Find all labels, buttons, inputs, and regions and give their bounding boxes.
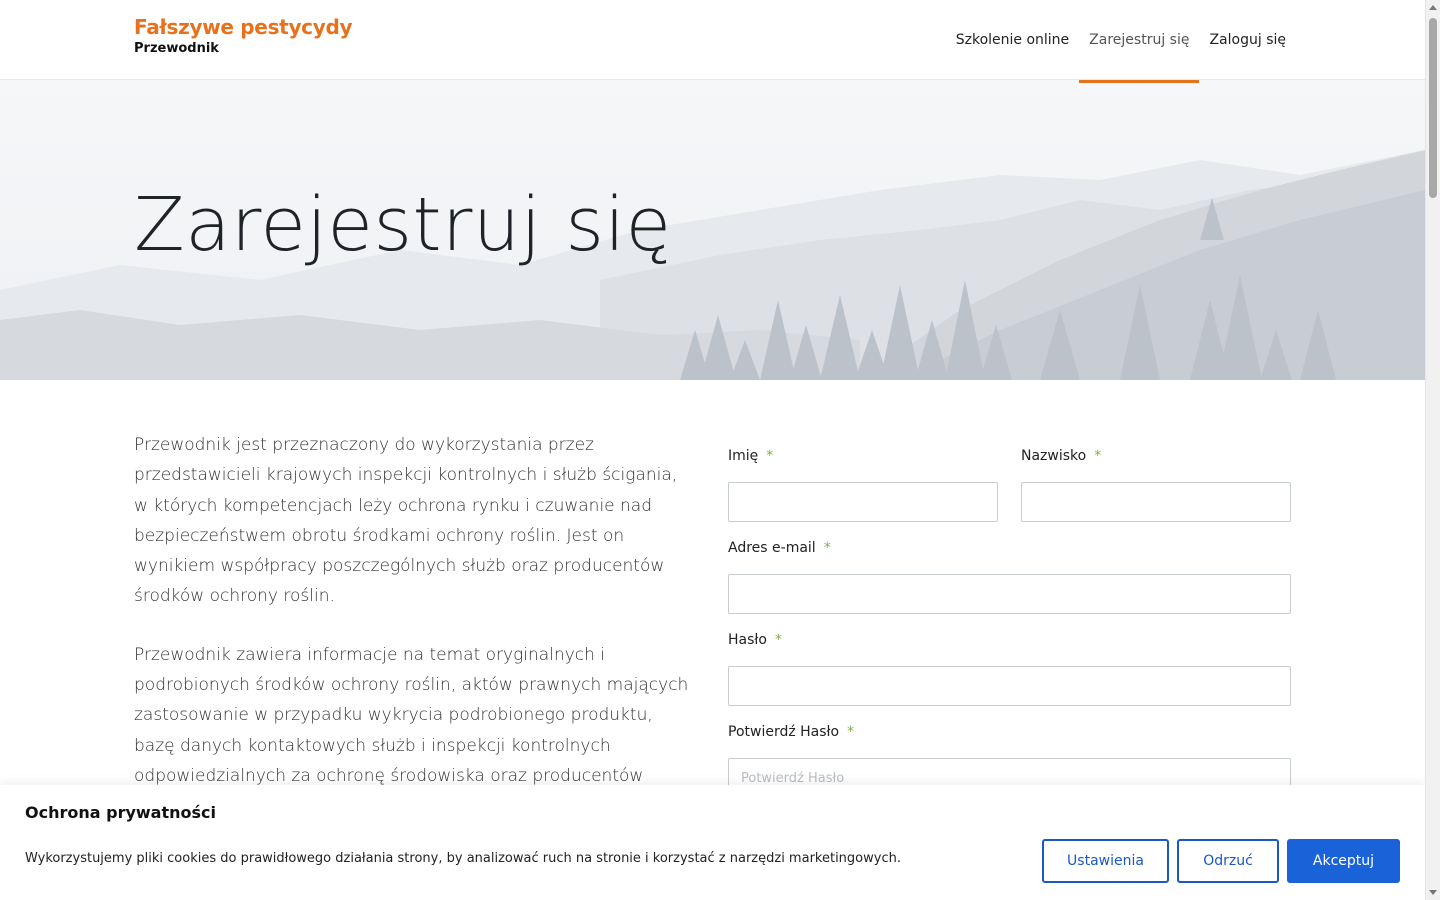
- last-name-label: Nazwisko *: [1021, 448, 1101, 464]
- email-label: Adres e-mail *: [728, 540, 831, 556]
- nav-item-szkolenie-online[interactable]: Szkolenie online: [946, 0, 1079, 80]
- main-nav: Szkolenie online Zarejestruj się Zaloguj…: [946, 0, 1296, 83]
- password-label: Hasło *: [728, 632, 782, 648]
- first-name-label-text: Imię: [728, 448, 759, 464]
- brand-title[interactable]: Fałszywe pestycydy: [134, 14, 353, 40]
- required-marker: *: [774, 632, 782, 648]
- nav-item-zaloguj-sie[interactable]: Zaloguj się: [1199, 0, 1296, 80]
- required-marker: *: [766, 448, 774, 464]
- site-header: Fałszywe pestycydy Przewodnik Szkolenie …: [0, 0, 1425, 83]
- confirm-password-label: Potwierdź Hasło *: [728, 724, 854, 740]
- page-scrollbar[interactable]: [1425, 0, 1440, 900]
- password-label-text: Hasło: [728, 632, 767, 648]
- intro-text: Przewodnik jest przeznaczony do wykorzys…: [134, 430, 694, 819]
- scroll-thumb[interactable]: [1429, 18, 1437, 198]
- required-marker: *: [823, 540, 831, 556]
- cookie-reject-button[interactable]: Odrzuć: [1177, 839, 1279, 883]
- first-name-input[interactable]: [728, 482, 998, 522]
- cookie-title: Ochrona prywatności: [25, 803, 216, 822]
- required-marker: *: [1094, 448, 1102, 464]
- required-marker: *: [847, 724, 855, 740]
- password-input[interactable]: [728, 666, 1291, 706]
- scroll-down-arrow-icon[interactable]: [1429, 890, 1437, 895]
- first-name-label: Imię *: [728, 448, 773, 464]
- intro-paragraph-2: Przewodnik zawiera informacje na temat o…: [134, 644, 689, 786]
- email-label-text: Adres e-mail: [728, 540, 816, 556]
- cookie-consent-banner: Ochrona prywatności Wykorzystujemy pliki…: [0, 785, 1425, 900]
- email-input[interactable]: [728, 574, 1291, 614]
- last-name-label-text: Nazwisko: [1021, 448, 1087, 464]
- brand-logo[interactable]: Fałszywe pestycydy Przewodnik: [134, 14, 353, 58]
- last-name-input[interactable]: [1021, 482, 1291, 522]
- intro-paragraph-1: Przewodnik jest przeznaczony do wykorzys…: [134, 435, 678, 607]
- nav-item-zarejestruj-sie[interactable]: Zarejestruj się: [1079, 0, 1200, 83]
- cookie-settings-button[interactable]: Ustawienia: [1042, 839, 1169, 883]
- cookie-accept-button[interactable]: Akceptuj: [1287, 839, 1400, 883]
- confirm-password-label-text: Potwierdź Hasło: [728, 724, 840, 740]
- page-title: Zarejestruj się: [134, 182, 672, 268]
- cookie-text: Wykorzystujemy pliki cookies do prawidło…: [25, 851, 901, 866]
- scroll-up-arrow-icon[interactable]: [1429, 5, 1437, 10]
- brand-subtitle[interactable]: Przewodnik: [134, 40, 352, 58]
- hero-banner: Zarejestruj się: [0, 80, 1425, 380]
